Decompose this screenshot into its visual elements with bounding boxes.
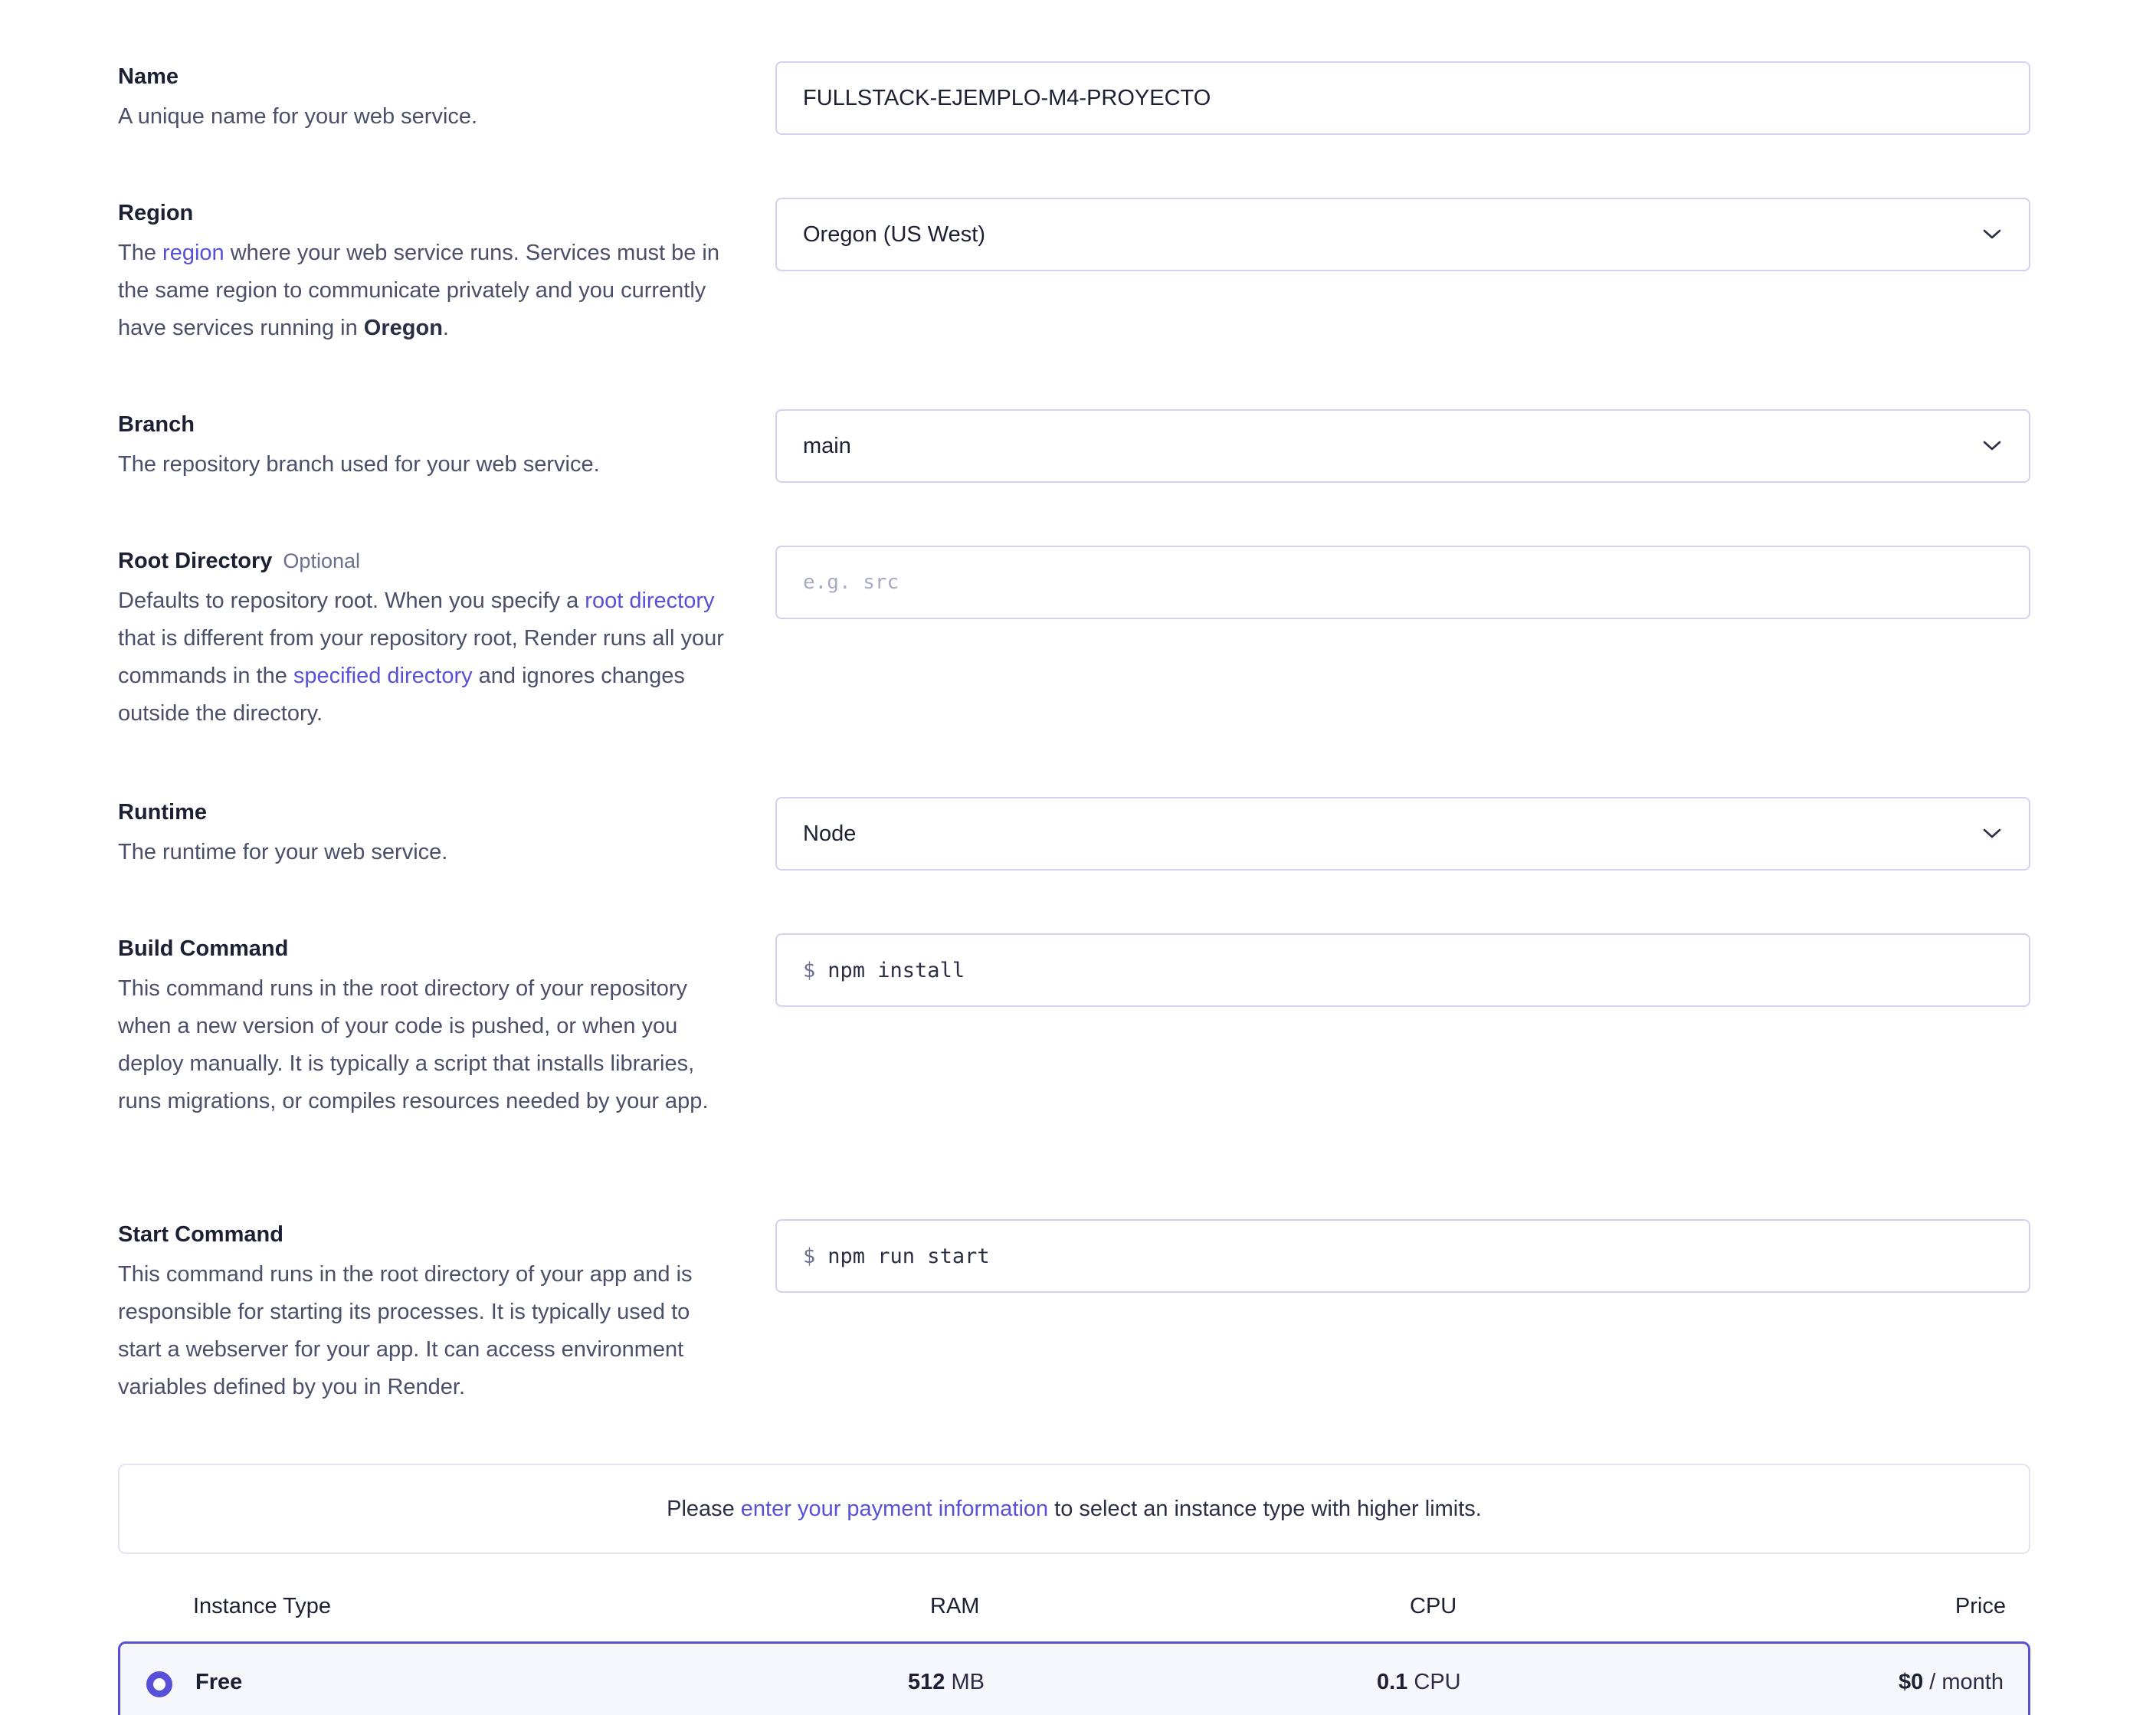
build-command-help: This command runs in the root directory … [118,976,709,1113]
instance-name: Free [195,1670,243,1694]
ram-value: 512 [908,1670,945,1694]
specified-directory-link[interactable]: specified directory [293,664,473,688]
shell-prompt: $ [803,958,816,982]
price-value: $0 [1898,1670,1924,1694]
name-input[interactable]: FULLSTACK-EJEMPLO-M4-PROYECTO [775,61,2030,135]
radio-selected-icon[interactable] [146,1671,172,1697]
start-command-label: Start Command [118,1222,283,1247]
start-command-label-column: Start Command This command runs in the r… [118,1219,731,1406]
region-control: Oregon (US West) [775,198,2030,271]
name-control: FULLSTACK-EJEMPLO-M4-PROYECTO [775,61,2030,135]
instance-row-free[interactable]: Free 512 MB 0.1 CPU $0 / month [118,1641,2030,1715]
root-directory-placeholder: e.g. src [803,571,899,594]
build-command-control: $ npm install [775,933,2030,1007]
notice-text: Please [667,1496,735,1521]
name-help: A unique name for your web service. [118,104,478,129]
header-cpu: CPU [1410,1594,1457,1618]
branch-select[interactable]: main [775,409,2030,483]
instance-cpu: 0.1 CPU [1377,1670,1461,1695]
chevron-down-icon [1981,823,2003,844]
root-directory-label: Root Directory Optional [118,546,731,576]
cpu-unit: CPU [1414,1670,1461,1694]
runtime-help: The runtime for your web service. [118,840,448,864]
runtime-select-value: Node [803,821,857,846]
build-command-label: Build Command [118,936,289,961]
root-directory-label-column: Root Directory Optional Defaults to repos… [118,546,731,733]
header-instance-type: Instance Type [193,1594,332,1618]
instance-table-header: Instance Type RAM CPU Price [118,1594,2030,1628]
instance-ram: 512 MB [908,1670,985,1695]
header-price: Price [1954,1594,2006,1618]
region-select[interactable]: Oregon (US West) [775,198,2030,271]
branch-select-value: main [803,433,851,458]
start-command-input[interactable]: $ npm run start [775,1219,2030,1293]
build-command-input[interactable]: $ npm install [775,933,2030,1007]
region-help-text: The [118,241,163,265]
runtime-control: Node [775,797,2030,871]
branch-label-column: Branch The repository branch used for yo… [118,409,731,484]
notice-text-2: to select an instance type with higher l… [1054,1496,1482,1521]
ram-unit: MB [951,1670,985,1694]
runtime-label-column: Runtime The runtime for your web service… [118,797,731,871]
build-command-value: npm install [827,958,965,982]
root-directory-help-text: Defaults to repository root. When you sp… [118,589,585,613]
runtime-select[interactable]: Node [775,797,2030,871]
root-directory-help: Defaults to repository root. When you sp… [118,582,731,733]
cpu-value: 0.1 [1377,1670,1408,1694]
header-ram: RAM [930,1594,980,1618]
optional-tag: Optional [283,549,360,572]
region-help: The region where your web service runs. … [118,234,731,347]
shell-prompt: $ [803,1244,816,1268]
branch-label: Branch [118,412,195,437]
name-label-column: Name A unique name for your web service. [118,61,731,136]
start-command-value: npm run start [827,1244,990,1268]
region-help-end: . [442,316,449,340]
instance-price: $0 / month [1899,1670,2004,1695]
payment-information-link[interactable]: enter your payment information [741,1497,1048,1522]
runtime-label: Runtime [118,800,207,825]
region-link[interactable]: region [162,241,224,265]
branch-help: The repository branch used for your web … [118,452,600,477]
region-label-column: Region The region where your web service… [118,198,731,347]
root-directory-label-text: Root Directory [118,549,273,573]
branch-control: main [775,409,2030,483]
payment-notice: Please enter your payment information to… [118,1464,2030,1554]
current-region: Oregon [363,316,443,340]
name-input-value: FULLSTACK-EJEMPLO-M4-PROYECTO [803,85,1211,110]
chevron-down-icon [1981,224,2003,245]
root-directory-link[interactable]: root directory [585,589,714,613]
name-label: Name [118,64,179,89]
web-service-settings-form: Name A unique name for your web service.… [0,0,2156,1715]
price-unit: / month [1929,1670,2004,1694]
root-directory-control: e.g. src [775,546,2030,619]
start-command-control: $ npm run start [775,1219,2030,1293]
chevron-down-icon [1981,435,2003,457]
region-select-value: Oregon (US West) [803,221,985,247]
start-command-help: This command runs in the root directory … [118,1262,693,1399]
build-command-label-column: Build Command This command runs in the r… [118,933,731,1120]
root-directory-input[interactable]: e.g. src [775,546,2030,619]
region-label: Region [118,201,194,225]
